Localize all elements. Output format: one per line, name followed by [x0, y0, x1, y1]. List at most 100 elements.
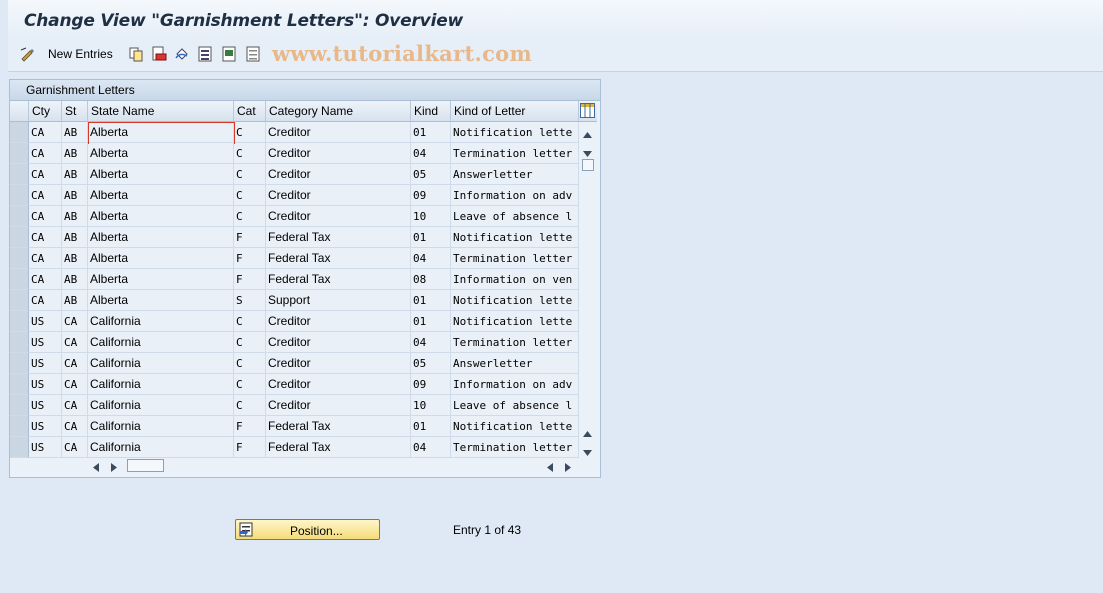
cell-cty[interactable]: CA	[29, 185, 62, 206]
cell-kind[interactable]: 04	[411, 437, 451, 458]
row-selector[interactable]	[10, 269, 29, 290]
cell-cat[interactable]: C	[234, 353, 266, 374]
cell-state-name[interactable]: Alberta	[88, 185, 234, 206]
cell-kind-of-letter[interactable]: Notification lette	[451, 227, 579, 248]
table-row[interactable]: US CA California C Creditor 04 Termination let…	[10, 332, 580, 353]
select-all-rows-header[interactable]	[10, 101, 29, 122]
row-selector[interactable]	[10, 416, 29, 437]
cell-kind-of-letter[interactable]: Notification lette	[451, 416, 579, 437]
cell-cat[interactable]: C	[234, 374, 266, 395]
cell-cat[interactable]: F	[234, 416, 266, 437]
scroll-page-up-icon[interactable]	[583, 426, 592, 440]
column-header-cat[interactable]: Cat	[234, 101, 266, 122]
cell-kind-of-letter[interactable]: Termination letter	[451, 437, 579, 458]
cell-kind[interactable]: 01	[411, 122, 451, 143]
scroll-right-right-pane-icon[interactable]	[565, 461, 571, 475]
cell-cty[interactable]: US	[29, 395, 62, 416]
cell-state-name[interactable]: California	[88, 437, 234, 458]
cell-st[interactable]: CA	[62, 374, 88, 395]
table-row[interactable]: CA AB Alberta C Creditor 09 Information on adv	[10, 185, 580, 206]
cell-cat[interactable]: F	[234, 248, 266, 269]
horizontal-scroll-thumb[interactable]	[127, 459, 164, 472]
cell-kind-of-letter[interactable]: Information on adv	[451, 185, 579, 206]
cell-category-name[interactable]: Creditor	[266, 353, 411, 374]
cell-cat[interactable]: C	[234, 164, 266, 185]
cell-st[interactable]: AB	[62, 122, 88, 143]
table-row[interactable]: US CA California C Creditor 01 Notification le…	[10, 311, 580, 332]
cell-kind[interactable]: 01	[411, 227, 451, 248]
cell-kind[interactable]: 08	[411, 269, 451, 290]
select-all-icon[interactable]	[197, 46, 213, 62]
cell-category-name[interactable]: Federal Tax	[266, 227, 411, 248]
row-selector[interactable]	[10, 290, 29, 311]
cell-kind[interactable]: 10	[411, 395, 451, 416]
table-row[interactable]: US CA California C Creditor 09 Information on …	[10, 374, 580, 395]
cell-category-name[interactable]: Support	[266, 290, 411, 311]
cell-kind[interactable]: 01	[411, 290, 451, 311]
cell-cty[interactable]: CA	[29, 269, 62, 290]
cell-kind[interactable]: 04	[411, 248, 451, 269]
scroll-up-icon[interactable]	[583, 127, 592, 141]
cell-kind-of-letter[interactable]: Answerletter	[451, 353, 579, 374]
cell-state-name[interactable]: Alberta	[88, 269, 234, 290]
cell-kind[interactable]: 09	[411, 374, 451, 395]
cell-kind-of-letter[interactable]: Notification lette	[451, 311, 579, 332]
row-selector[interactable]	[10, 353, 29, 374]
cell-cat[interactable]: C	[234, 122, 266, 143]
cell-cat[interactable]: F	[234, 437, 266, 458]
cell-kind[interactable]: 05	[411, 353, 451, 374]
position-button[interactable]: Position...	[235, 519, 380, 540]
cell-category-name[interactable]: Creditor	[266, 185, 411, 206]
table-row[interactable]: US CA California C Creditor 05 Answerletter	[10, 353, 580, 374]
cell-kind-of-letter[interactable]: Termination letter	[451, 143, 579, 164]
cell-st[interactable]: AB	[62, 143, 88, 164]
cell-category-name[interactable]: Federal Tax	[266, 437, 411, 458]
cell-cty[interactable]: US	[29, 311, 62, 332]
cell-cty[interactable]: CA	[29, 248, 62, 269]
copy-icon[interactable]	[128, 46, 144, 62]
cell-category-name[interactable]: Creditor	[266, 332, 411, 353]
cell-state-name[interactable]: California	[88, 353, 234, 374]
row-selector[interactable]	[10, 374, 29, 395]
cell-kind[interactable]: 09	[411, 185, 451, 206]
cell-kind[interactable]: 01	[411, 311, 451, 332]
cell-state-name[interactable]: California	[88, 416, 234, 437]
column-header-category-name[interactable]: Category Name	[266, 101, 411, 122]
cell-category-name[interactable]: Creditor	[266, 122, 411, 143]
cell-category-name[interactable]: Federal Tax	[266, 269, 411, 290]
cell-state-name[interactable]: California	[88, 332, 234, 353]
cell-kind-of-letter[interactable]: Answerletter	[451, 164, 579, 185]
cell-category-name[interactable]: Creditor	[266, 143, 411, 164]
cell-cat[interactable]: F	[234, 227, 266, 248]
scroll-thumb[interactable]	[582, 159, 594, 171]
table-row[interactable]: US CA California C Creditor 10 Leave of absenc…	[10, 395, 580, 416]
cell-st[interactable]: CA	[62, 437, 88, 458]
scroll-left-right-pane-icon[interactable]	[547, 461, 553, 475]
vertical-scrollbar[interactable]	[579, 122, 596, 456]
cell-cty[interactable]: US	[29, 332, 62, 353]
row-selector[interactable]	[10, 437, 29, 458]
scroll-left-icon[interactable]	[93, 461, 99, 475]
cell-state-name[interactable]: Alberta	[88, 122, 234, 143]
cell-cty[interactable]: US	[29, 353, 62, 374]
column-header-state-name[interactable]: State Name	[88, 101, 234, 122]
cell-cty[interactable]: CA	[29, 143, 62, 164]
undo-icon[interactable]	[174, 46, 190, 62]
column-settings-button[interactable]	[579, 101, 597, 122]
delete-icon[interactable]	[151, 46, 167, 62]
scroll-right-icon[interactable]	[111, 461, 117, 475]
cell-kind[interactable]: 05	[411, 164, 451, 185]
cell-category-name[interactable]: Creditor	[266, 206, 411, 227]
new-entries-button[interactable]: New Entries	[48, 47, 113, 61]
cell-cty[interactable]: US	[29, 416, 62, 437]
column-header-st[interactable]: St	[62, 101, 88, 122]
cell-cat[interactable]: C	[234, 311, 266, 332]
cell-kind[interactable]: 01	[411, 416, 451, 437]
cell-cty[interactable]: US	[29, 437, 62, 458]
horizontal-scrollbar[interactable]	[9, 456, 599, 476]
column-header-kind-of-letter[interactable]: Kind of Letter	[451, 101, 579, 122]
row-selector[interactable]	[10, 248, 29, 269]
cell-cat[interactable]: C	[234, 143, 266, 164]
cell-kind-of-letter[interactable]: Information on adv	[451, 374, 579, 395]
cell-cat[interactable]: C	[234, 395, 266, 416]
